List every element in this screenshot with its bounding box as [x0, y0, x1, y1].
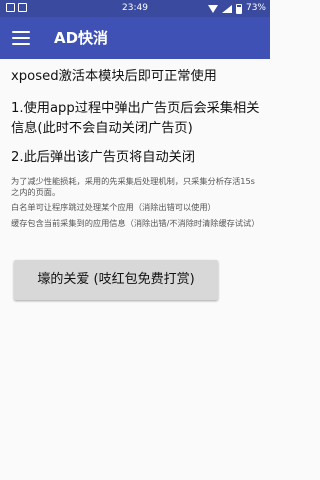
note-performance: 为了减少性能损耗，采用的先采集后处理机制，只采集分析存活15s之内的页面。	[11, 176, 255, 197]
battery-icon	[235, 3, 242, 14]
app-toolbar: AD快消	[0, 17, 270, 59]
note-whitelist: 白名单可让程序跳过处理某个应用（消除出错可以使用）	[11, 202, 216, 212]
hamburger-menu-icon[interactable]	[12, 29, 30, 47]
system-icons: 73%	[207, 0, 266, 17]
info-line-step2: 2.此后弹出该广告页将自动关闭	[11, 150, 196, 165]
wifi-icon	[207, 4, 218, 13]
signal-icon	[221, 4, 232, 13]
note-cache: 缓存包含当前采集到的应用信息（消除出错/不消除时清除缓存试试）	[11, 218, 260, 228]
battery-percent: 73%	[245, 3, 266, 13]
app-title: AD快消	[54, 29, 109, 47]
status-bar: 23:49 73%	[0, 0, 270, 17]
info-line-step1: 1.使用app过程中弹出广告页后会采集相关信息(此时不会自动关闭广告页)	[11, 101, 260, 136]
info-line-activation: xposed激活本模块后即可正常使用	[11, 69, 217, 84]
donate-button[interactable]: 壕的关爱 (吱红包免费打赏)	[14, 260, 218, 300]
